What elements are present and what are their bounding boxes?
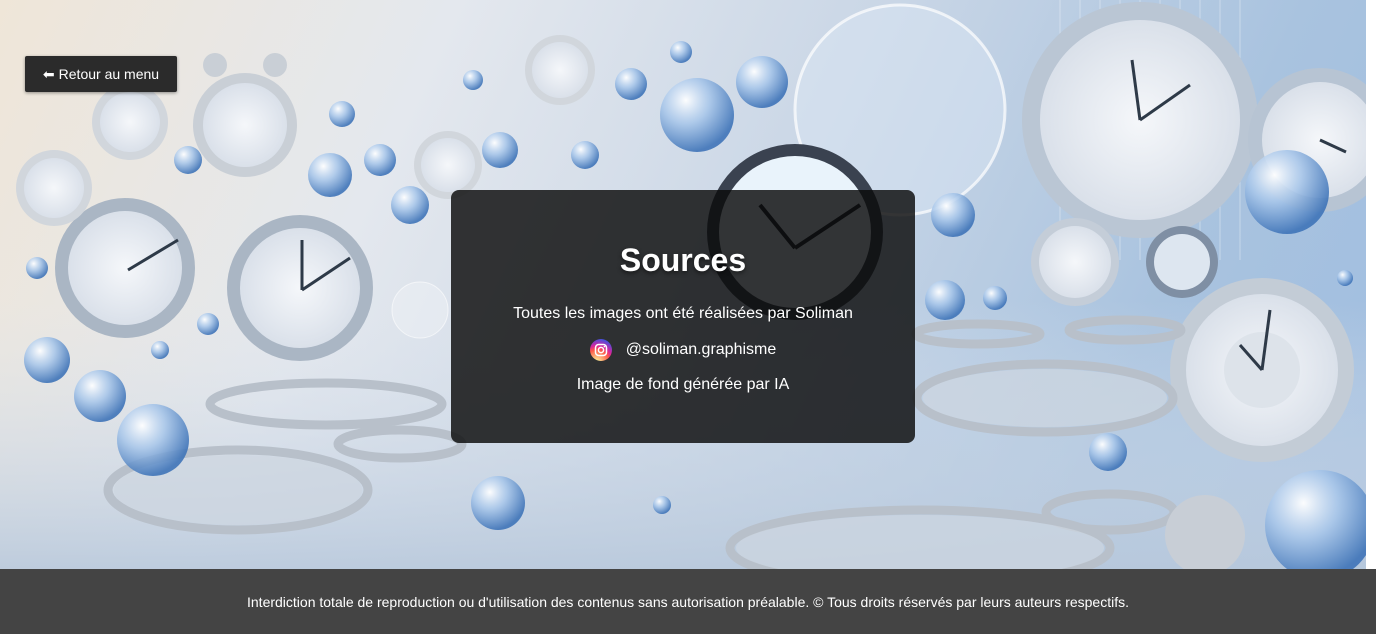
sources-title: Sources xyxy=(619,242,747,278)
arrow-left-icon: ⬅ xyxy=(42,65,55,82)
instagram-row: @soliman.graphisme xyxy=(451,338,915,362)
instagram-icon[interactable] xyxy=(589,339,612,361)
copyright-notice: Interdiction totale de reproduction ou d… xyxy=(247,593,1129,610)
back-to-menu-label: Retour au menu xyxy=(58,66,160,82)
image-credit-text: Toutes les images ont été réalisées par … xyxy=(513,305,853,322)
instagram-handle-link[interactable]: @soliman.graphisme xyxy=(626,341,777,359)
back-to-menu-button[interactable]: ⬅ Retour au menu xyxy=(25,56,177,92)
footer: Interdiction totale de reproduction ou d… xyxy=(0,569,1376,634)
sources-panel: Sources Toutes les images ont été réalis… xyxy=(451,190,915,443)
background-ai-note: Image de fond générée par IA xyxy=(576,376,790,393)
scrollbar-gutter xyxy=(1366,0,1376,569)
